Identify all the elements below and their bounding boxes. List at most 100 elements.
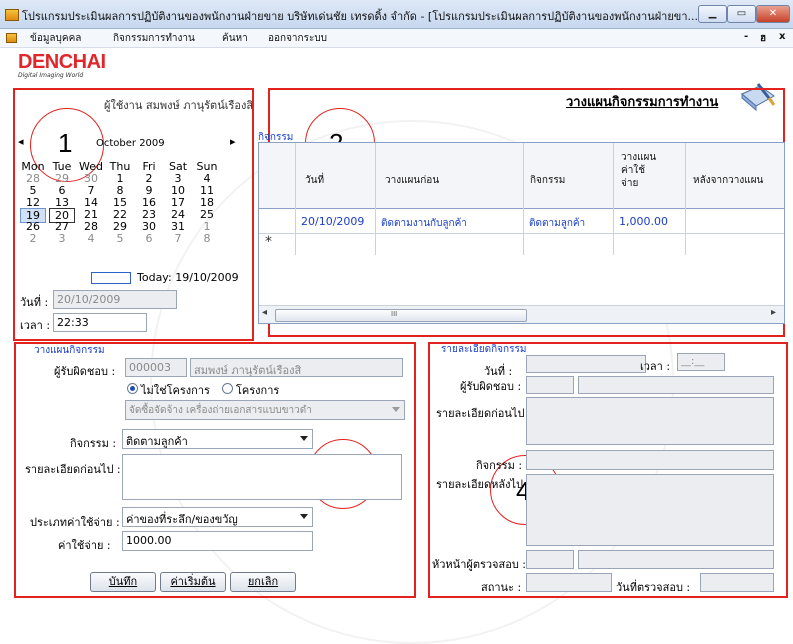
- cell-plan-before[interactable]: ติดตามงานกับลูกค้า: [381, 216, 467, 231]
- chevron-down-icon: [300, 436, 308, 441]
- cancel-button[interactable]: ยกเลิก: [230, 572, 296, 592]
- detail-responsible-code[interactable]: [526, 376, 574, 394]
- detail-after-area[interactable]: [526, 474, 774, 546]
- scroll-thumb[interactable]: III: [275, 309, 527, 322]
- window-title: โปรแกรมประเมินผลการปฏิบัติงานของพนักงานฝ…: [22, 10, 698, 23]
- mdi-restore-button[interactable]: ฮ: [760, 31, 766, 46]
- scroll-grip: III: [391, 310, 398, 318]
- responsible-name-field[interactable]: สมพงษ์ ภานุรัตน์เรืองสิ: [190, 358, 403, 377]
- detail-activity-label: กิจกรรม :: [476, 459, 523, 472]
- chevron-down-icon: [392, 407, 400, 412]
- project-select[interactable]: จัดซื้อจัดจ้าง เครื่องถ่ายเอกสารแบบขาวดำ: [125, 400, 405, 420]
- check-date-label: วันที่ตรวจสอบ :: [616, 581, 691, 594]
- horizontal-scrollbar[interactable]: ◂ III ▸: [259, 305, 784, 323]
- col-header-date[interactable]: วันที่: [305, 173, 324, 188]
- activity-select-value: ติดตามลูกค้า: [126, 435, 188, 448]
- expense-field[interactable]: 1000.00: [122, 531, 313, 551]
- project-select-value: จัดซื้อจัดจ้าง เครื่องถ่ายเอกสารแบบขาวดำ: [129, 405, 312, 416]
- responsible-label: ผู้รับผิดชอบ :: [54, 365, 116, 378]
- time-label: เวลา :: [20, 319, 51, 332]
- detail-group-label: รายละเอียดกิจกรรม: [441, 344, 527, 355]
- expense-type-select-value: ค่าของที่ระลึก/ของขวัญ: [126, 513, 238, 526]
- calendar-day[interactable]: 5: [107, 232, 133, 245]
- status-label: สถานะ :: [481, 581, 522, 594]
- menu-search[interactable]: ค้นหา: [222, 31, 248, 46]
- detail-time-label: เวลา :: [640, 360, 671, 373]
- today-marker: [91, 272, 131, 284]
- activity-label: กิจกรรม :: [70, 437, 117, 450]
- save-button[interactable]: บันทึก: [90, 572, 156, 592]
- col-header-activity[interactable]: กิจกรรม: [530, 173, 565, 188]
- calendar-day[interactable]: 2: [20, 232, 46, 245]
- detail-before-text-label: รายละเอียดก่อนไป :: [436, 407, 532, 420]
- expense-label: ค่าใช้จ่าย :: [58, 539, 111, 552]
- cell-activity[interactable]: ติดตามลูกค้า: [529, 216, 585, 231]
- supervisor-code[interactable]: [526, 550, 574, 569]
- detail-before-area[interactable]: [526, 397, 774, 445]
- radio-project-label[interactable]: โครงการ: [236, 381, 279, 399]
- menu-activities[interactable]: กิจกรรมการทำงาน: [113, 31, 195, 46]
- calendar-day[interactable]: 7: [165, 232, 191, 245]
- detail-before-textarea[interactable]: [122, 454, 402, 500]
- calendar-day[interactable]: 3: [49, 232, 75, 245]
- title-bar: โปรแกรมประเมินผลการปฏิบัติงานของพนักงานฝ…: [0, 0, 793, 29]
- date-label: วันที่ :: [20, 296, 49, 309]
- detail-responsible-name[interactable]: [578, 376, 774, 394]
- calendar-day[interactable]: 4: [78, 232, 104, 245]
- date-field[interactable]: 20/10/2009: [53, 290, 177, 309]
- grid-col-divider: [523, 143, 524, 255]
- grid-col-divider: [295, 143, 296, 255]
- activity-grid[interactable]: วันที่ วางแผนก่อน กิจกรรม วางแผนค่าใช้จ่…: [258, 142, 785, 324]
- cell-planned-cost[interactable]: 1,000.00: [619, 215, 668, 228]
- chevron-down-icon: [300, 514, 308, 519]
- mdi-minimize-button[interactable]: -: [744, 31, 748, 42]
- radio-not-project-label[interactable]: ไม่ใช่โครงการ: [141, 381, 210, 399]
- maximize-button[interactable]: ▭: [727, 5, 756, 23]
- radio-not-project[interactable]: [127, 383, 138, 394]
- activity-select[interactable]: ติดตามลูกค้า: [122, 429, 313, 449]
- app-icon: [5, 9, 19, 21]
- close-button[interactable]: ✕: [756, 5, 790, 23]
- cell-date[interactable]: 20/10/2009: [301, 215, 364, 228]
- supervisor-name[interactable]: [578, 550, 774, 569]
- expense-type-select[interactable]: ค่าของที่ระลึก/ของขวัญ: [122, 507, 313, 527]
- detail-before-label: รายละเอียดก่อนไป :: [25, 463, 121, 476]
- radio-project[interactable]: [222, 383, 233, 394]
- calendar-day[interactable]: 8: [194, 232, 220, 245]
- status-field[interactable]: [526, 573, 612, 592]
- logo-tagline: Digital Imaging World: [18, 72, 84, 79]
- calendar-prev-button[interactable]: ◂: [18, 135, 24, 148]
- mdi-close-button[interactable]: x: [779, 31, 785, 42]
- calendar-today-label[interactable]: Today: 19/10/2009: [137, 271, 239, 284]
- grid-col-divider: [613, 143, 614, 255]
- expense-type-label: ประเภทค่าใช้จ่าย :: [30, 516, 120, 529]
- check-date-field[interactable]: [700, 573, 774, 592]
- detail-date-field[interactable]: [526, 355, 646, 373]
- col-header-plan-before[interactable]: วางแผนก่อน: [385, 173, 439, 188]
- calendar-next-button[interactable]: ▸: [230, 135, 236, 148]
- calendar-grid: Mon Tue Wed Thu Fri Sat Sun 28 29 30 1 2 3 4 5 6 7 8 9 10 11…: [20, 160, 230, 272]
- menu-bar: ข้อมูลบุคคล กิจกรรมการทำงาน ค้นหา ออกจาก…: [0, 29, 793, 48]
- detail-activity-field[interactable]: [526, 450, 774, 470]
- minimize-button[interactable]: ▁: [698, 5, 727, 23]
- col-header-planned-cost[interactable]: วางแผนค่าใช้จ่าย: [621, 151, 656, 190]
- detail-time-field[interactable]: __:__: [677, 353, 725, 371]
- detail-after-label: รายละเอียดหลังไป :: [436, 478, 531, 491]
- annotation-number-1: 1: [58, 128, 73, 158]
- supervisor-label: หัวหน้าผู้ตรวจสอบ :: [432, 558, 526, 571]
- scroll-right-arrow[interactable]: ▸: [771, 307, 776, 318]
- responsible-code-field[interactable]: 000003: [125, 358, 187, 377]
- time-field[interactable]: 22:33: [53, 313, 147, 332]
- mdi-child-icon: [6, 33, 17, 43]
- company-logo: DENCHAI: [18, 51, 106, 73]
- menu-logout[interactable]: ออกจากระบบ: [268, 31, 327, 46]
- menu-personal[interactable]: ข้อมูลบุคคล: [30, 31, 81, 46]
- grid-col-divider: [685, 143, 686, 255]
- new-row-marker: *: [265, 234, 272, 250]
- detail-responsible-label: ผู้รับผิดชอบ :: [460, 380, 522, 393]
- calendar-day[interactable]: 6: [136, 232, 162, 245]
- col-header-after-plan[interactable]: หลังจากวางแผน: [693, 173, 763, 188]
- plan-group-label: วางแผนกิจกรรม: [34, 345, 105, 356]
- scroll-left-arrow[interactable]: ◂: [262, 307, 267, 318]
- reset-default-button[interactable]: ค่าเริ่มต้น: [160, 572, 226, 592]
